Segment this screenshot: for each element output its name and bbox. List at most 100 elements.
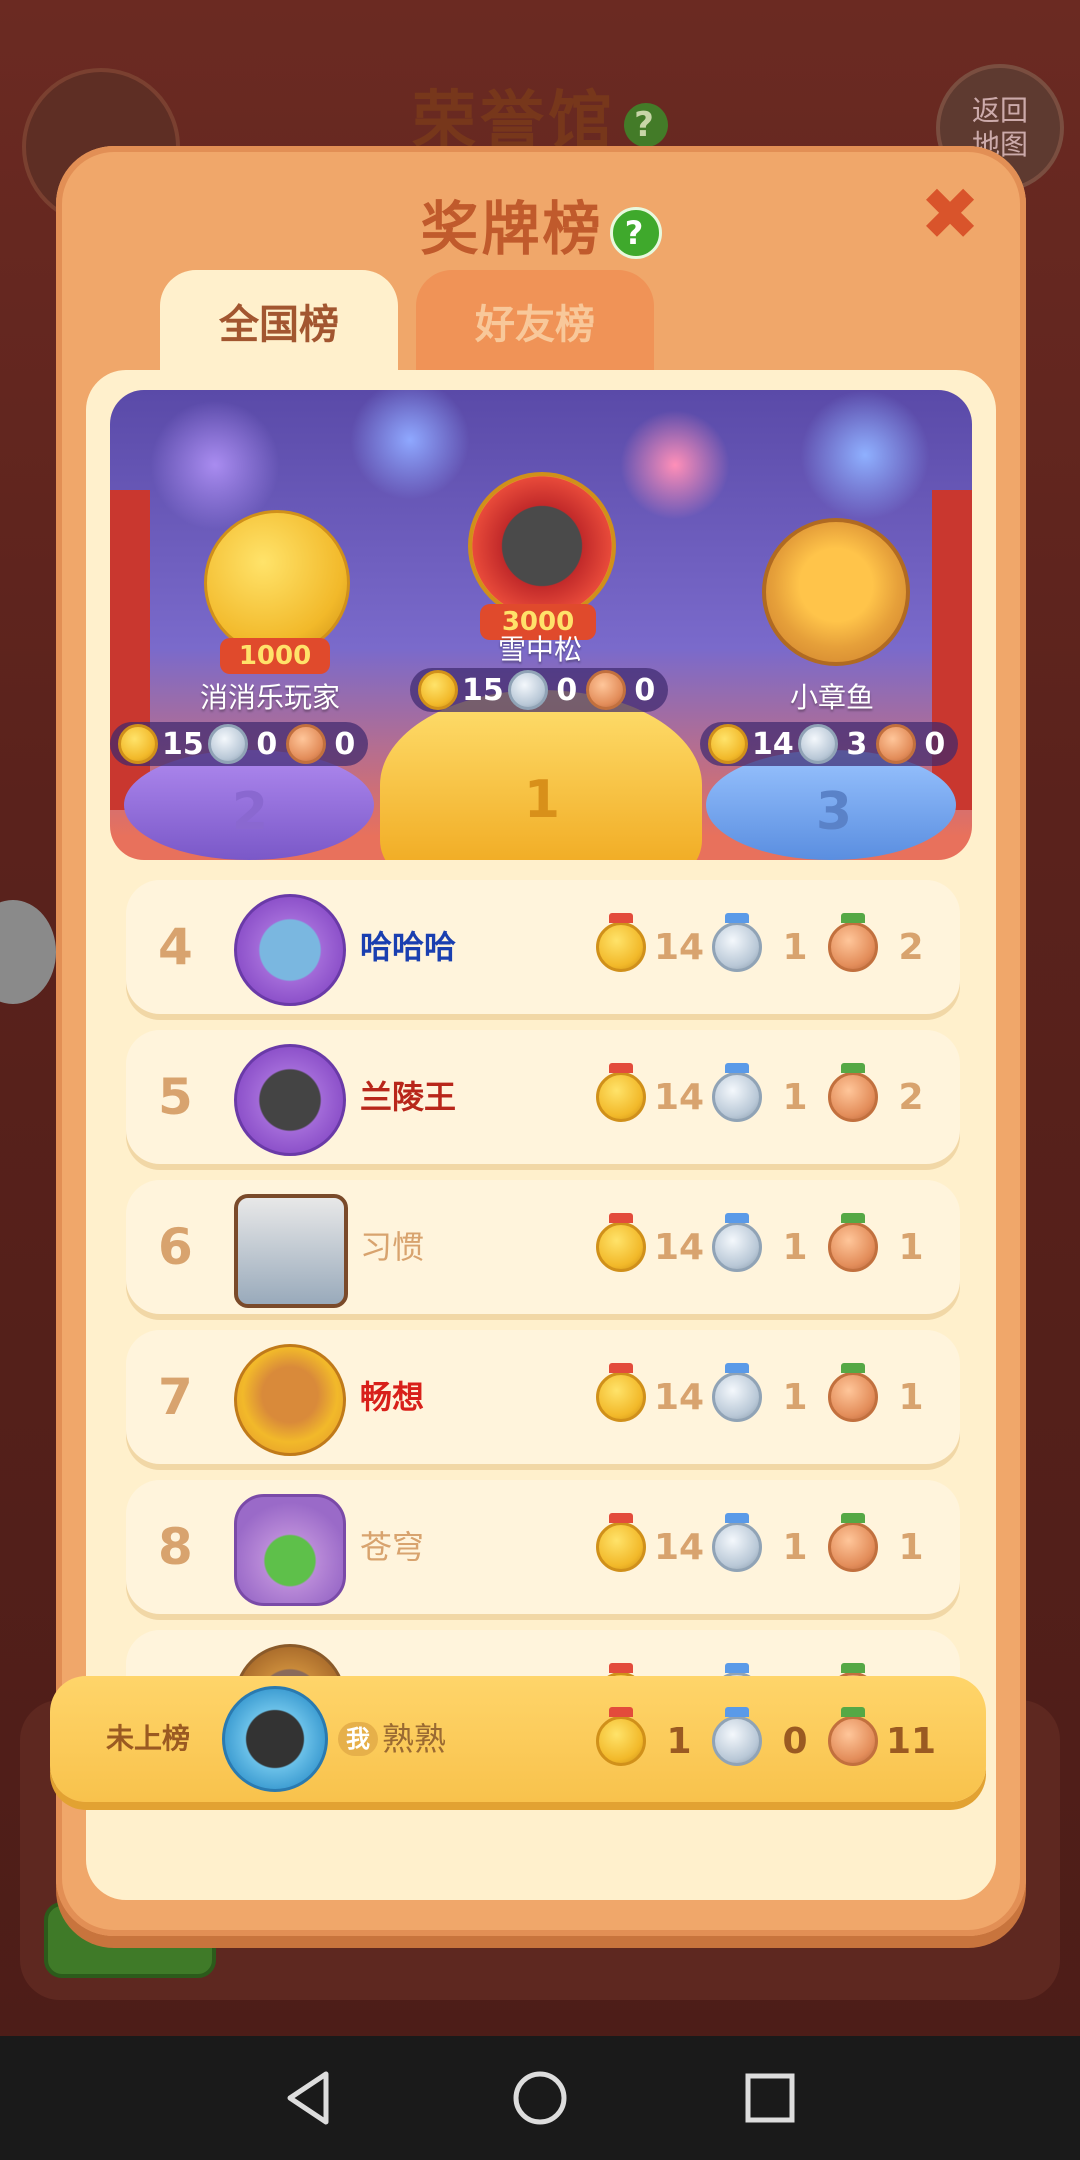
- player-avatar[interactable]: [234, 1494, 346, 1606]
- gold-medal-icon: [596, 1063, 646, 1122]
- bronze-medal-icon: [828, 1707, 878, 1766]
- gold-count: 14: [653, 926, 705, 968]
- gold-count: 15: [162, 726, 204, 762]
- gold-count: 15: [462, 672, 504, 708]
- player-name: 畅想: [360, 1378, 425, 1416]
- rank-number: 6: [158, 1218, 193, 1276]
- silver-medal-icon: [712, 1063, 762, 1122]
- silver-medal-icon: [712, 1213, 762, 1272]
- help-icon[interactable]: ?: [624, 103, 668, 148]
- bronze-count: 2: [898, 926, 924, 968]
- close-icon[interactable]: ✖: [918, 178, 982, 250]
- leaderboard-row[interactable]: 7 畅想 14 1 1: [126, 1330, 960, 1464]
- podium-stats-1: 15 0 0: [410, 668, 668, 712]
- medal-counts: 14 1 1: [596, 1363, 944, 1422]
- silver-count: 3: [846, 726, 868, 762]
- gold-medal-icon: [596, 913, 646, 972]
- podium-name-2: 消消乐玩家: [199, 681, 340, 714]
- tab-friends[interactable]: 好友榜: [416, 270, 654, 380]
- silver-count: 0: [556, 672, 578, 708]
- bronze-medal-icon: [285, 724, 326, 764]
- silver-count: 1: [782, 926, 808, 968]
- podium-rank-2: 2: [231, 782, 269, 842]
- tab-national[interactable]: 全国榜: [160, 270, 398, 380]
- avatar-frame-rank-1[interactable]: [468, 472, 616, 620]
- podium-rank-1: 1: [523, 770, 561, 830]
- podium-rank-3: 3: [815, 782, 853, 842]
- rank-number: 4: [158, 918, 193, 976]
- avatar-frame-rank-2[interactable]: [204, 510, 350, 656]
- silver-count: 1: [782, 1226, 808, 1268]
- silver-count: 1: [782, 1076, 808, 1118]
- bronze-count: 0: [334, 726, 356, 762]
- gold-count: 14: [653, 1076, 705, 1118]
- player-avatar[interactable]: [234, 1344, 346, 1456]
- bronze-count: 11: [885, 1720, 937, 1762]
- medal-counts: 14 1 2: [596, 913, 944, 972]
- recents-icon[interactable]: [730, 2058, 810, 2138]
- podium-name-3: 小章鱼: [789, 681, 874, 714]
- me-badge: 我: [338, 1722, 378, 1756]
- home-icon[interactable]: [500, 2058, 580, 2138]
- gold-count: 14: [752, 726, 794, 762]
- avatar-frame-rank-3[interactable]: [762, 518, 910, 666]
- silver-medal-icon: [207, 724, 248, 764]
- bronze-count: 0: [924, 726, 946, 762]
- player-name: 兰陵王: [360, 1078, 457, 1116]
- silver-medal-icon: [797, 724, 838, 764]
- modal-title-text: 奖牌榜: [420, 195, 604, 263]
- bronze-medal-icon: [828, 1513, 878, 1572]
- podium-stats-3: 14 3 0: [700, 722, 958, 766]
- leaderboard-panel: 2 1 3 1000 3000 消消乐玩家 雪中松 小章鱼 15 0 0 15 …: [86, 370, 996, 1900]
- gold-count: 1: [666, 1720, 692, 1762]
- my-rank-row[interactable]: 未上榜 我 熟熟 1 0 11: [50, 1676, 986, 1802]
- leaderboard-row[interactable]: 8 苍穹 14 1 1: [126, 1480, 960, 1614]
- bronze-medal-icon: [828, 913, 878, 972]
- bronze-count: 1: [898, 1526, 924, 1568]
- my-avatar[interactable]: [222, 1686, 328, 1792]
- player-name: 习惯: [360, 1228, 425, 1266]
- player-name: 苍穹: [360, 1528, 425, 1566]
- silver-count: 1: [782, 1526, 808, 1568]
- back-icon[interactable]: [270, 2058, 350, 2138]
- bronze-count: 2: [898, 1076, 924, 1118]
- podium-name-1: 雪中松: [497, 633, 582, 666]
- player-avatar[interactable]: [234, 1194, 348, 1308]
- medal-counts: 14 1 2: [596, 1063, 944, 1122]
- firework-decoration: [350, 390, 470, 500]
- silver-medal-icon: [712, 1363, 762, 1422]
- player-avatar[interactable]: [234, 1044, 346, 1156]
- modal-title: 奖牌榜?: [56, 182, 1026, 266]
- silver-medal-icon: [712, 913, 762, 972]
- leaderboard-row[interactable]: 5 兰陵王 14 1 2: [126, 1030, 960, 1164]
- bronze-medal-icon: [875, 724, 916, 764]
- bronze-medal-icon: [828, 1063, 878, 1122]
- firework-decoration: [800, 390, 930, 520]
- my-name: 熟熟: [382, 1720, 447, 1758]
- firework-decoration: [620, 410, 730, 520]
- gold-medal-icon: [596, 1513, 646, 1572]
- gold-medal-icon: [708, 724, 748, 764]
- bronze-count: 1: [898, 1376, 924, 1418]
- gold-medal-icon: [596, 1707, 646, 1766]
- rank-number: 5: [158, 1068, 193, 1126]
- silver-count: 1: [782, 1376, 808, 1418]
- gold-count: 14: [653, 1376, 705, 1418]
- player-avatar[interactable]: [234, 894, 346, 1006]
- help-icon[interactable]: ?: [609, 206, 662, 259]
- unranked-label: 未上榜: [106, 1722, 191, 1755]
- leaderboard-row[interactable]: 6 习惯 14 1 1: [126, 1180, 960, 1314]
- player-name: 哈哈哈: [360, 928, 457, 966]
- medal-leaderboard-modal: 奖牌榜? ✖ 全国榜 好友榜 2 1 3 1000 3000 消消乐玩家 雪中松…: [50, 146, 1026, 1936]
- bronze-count: 0: [634, 672, 656, 708]
- gold-medal-icon: [596, 1363, 646, 1422]
- bronze-medal-icon: [828, 1363, 878, 1422]
- firework-decoration: [150, 400, 280, 530]
- gold-count: 14: [653, 1526, 705, 1568]
- system-navigation-bar: [0, 2036, 1080, 2160]
- leaderboard-row[interactable]: 4 哈哈哈 14 1 2: [126, 880, 960, 1014]
- my-medal-counts: 1 0 11: [596, 1707, 944, 1766]
- bronze-medal-icon: [828, 1213, 878, 1272]
- silver-medal-icon: [507, 670, 548, 710]
- rank-number: 7: [158, 1368, 193, 1426]
